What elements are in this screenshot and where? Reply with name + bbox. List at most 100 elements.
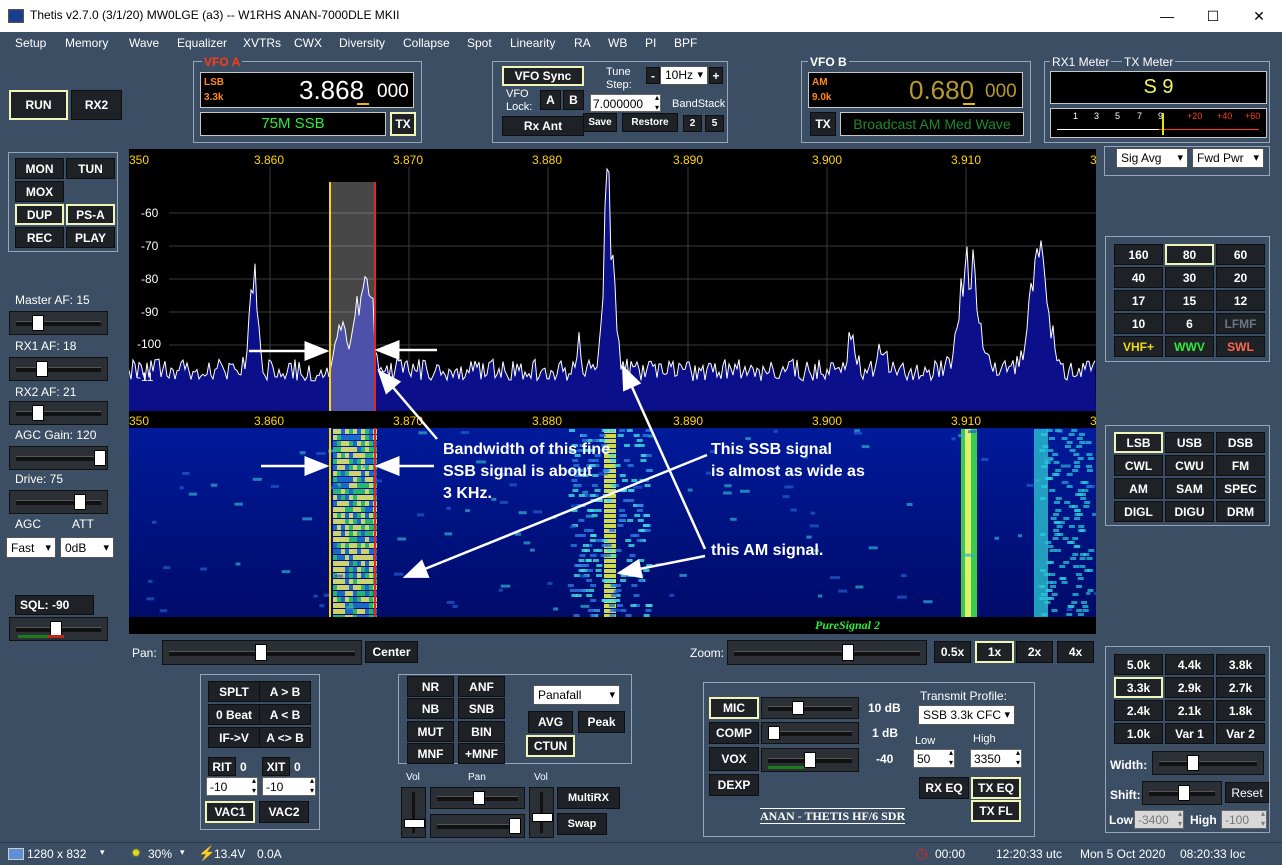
filter-button-3-3k[interactable]: 3.3k: [1114, 677, 1163, 698]
filter-button-2-9k[interactable]: 2.9k: [1165, 677, 1214, 698]
comp-button[interactable]: COMP: [709, 722, 759, 744]
xit-button[interactable]: XIT: [262, 757, 290, 776]
agc-select[interactable]: Fast: [6, 537, 56, 558]
mode-button-am[interactable]: AM: [1114, 478, 1163, 499]
mut-button[interactable]: MUT: [407, 721, 454, 742]
tx-low-field[interactable]: 50: [913, 748, 955, 768]
minimize-button[interactable]: —: [1144, 4, 1190, 28]
step-plus-button[interactable]: +: [709, 67, 723, 84]
rx2-af-slider[interactable]: [9, 401, 108, 425]
panafall-display[interactable]: 350 3.860 3.870 3.880 3.890 3.900 3.910 …: [129, 149, 1096, 634]
rx-meter-select[interactable]: Sig Avg: [1116, 148, 1188, 168]
band-button-swl[interactable]: SWL: [1216, 336, 1265, 357]
menu-setup[interactable]: Setup: [15, 36, 46, 50]
dexp-button[interactable]: DEXP: [709, 774, 759, 796]
menu-bpf[interactable]: BPF: [674, 36, 697, 50]
tx-eq-button[interactable]: TX EQ: [971, 777, 1021, 799]
maximize-button[interactable]: ☐: [1190, 4, 1236, 28]
mic-button[interactable]: MIC: [709, 697, 759, 719]
filter-high-field[interactable]: -100: [1221, 809, 1267, 829]
xit-offset-field[interactable]: -10: [262, 776, 316, 796]
zoom-4x-button[interactable]: 4x: [1057, 641, 1094, 663]
comp-slider[interactable]: [761, 722, 859, 744]
band-button-wwv[interactable]: WWV: [1165, 336, 1214, 357]
filter-button-2-1k[interactable]: 2.1k: [1165, 700, 1214, 721]
bandstack-save-button[interactable]: Save: [583, 113, 617, 132]
mode-button-drm[interactable]: DRM: [1216, 501, 1265, 522]
menu-ra[interactable]: RA: [574, 36, 591, 50]
band-button-40[interactable]: 40: [1114, 267, 1163, 288]
b-to-a-button[interactable]: A < B: [259, 704, 311, 725]
filter-button-1-0k[interactable]: 1.0k: [1114, 723, 1163, 744]
shift-reset-button[interactable]: Reset: [1225, 782, 1269, 803]
filter-button-2-4k[interactable]: 2.4k: [1114, 700, 1163, 721]
zero-beat-button[interactable]: 0 Beat: [208, 704, 260, 725]
vfo-a-display[interactable]: LSB 3.3k 3.868 000: [200, 72, 414, 108]
transmit-profile-select[interactable]: SSB 3.3k CFC: [918, 705, 1015, 725]
vfo-a-band[interactable]: 75M SSB: [200, 112, 386, 136]
bandstack-restore-button[interactable]: Restore: [622, 113, 678, 132]
mode-button-sam[interactable]: SAM: [1165, 478, 1214, 499]
mode-button-dsb[interactable]: DSB: [1216, 432, 1265, 453]
rx1-vol-slider[interactable]: [401, 787, 426, 838]
band-button-30[interactable]: 30: [1165, 267, 1214, 288]
lock-b-button[interactable]: B: [563, 90, 584, 110]
filter-low-field[interactable]: -3400: [1134, 809, 1184, 829]
split-button[interactable]: SPLT: [208, 681, 260, 702]
lock-a-button[interactable]: A: [540, 90, 561, 110]
play-button[interactable]: PLAY: [66, 227, 115, 248]
vfo-sync-button[interactable]: VFO Sync: [502, 66, 584, 86]
mnf-button[interactable]: MNF: [407, 743, 454, 764]
menu-memory[interactable]: Memory: [65, 36, 108, 50]
filter-button-5-0k[interactable]: 5.0k: [1114, 654, 1163, 675]
zoom-1x-button[interactable]: 1x: [975, 641, 1014, 663]
zoom-05x-button[interactable]: 0.5x: [934, 641, 971, 663]
rx1-af-slider[interactable]: [9, 357, 108, 381]
mode-button-usb[interactable]: USB: [1165, 432, 1214, 453]
band-button-12[interactable]: 12: [1216, 290, 1265, 311]
mode-button-digu[interactable]: DIGU: [1165, 501, 1214, 522]
menu-cwx[interactable]: CWX: [294, 36, 322, 50]
tx-high-field[interactable]: 3350: [970, 748, 1022, 768]
mode-button-cwl[interactable]: CWL: [1114, 455, 1163, 476]
agc-gain-slider[interactable]: [9, 446, 108, 470]
band-button-10[interactable]: 10: [1114, 313, 1163, 334]
peak-button[interactable]: Peak: [578, 711, 625, 733]
nr-button[interactable]: NR: [407, 676, 454, 697]
mic-gain-slider[interactable]: [761, 697, 859, 719]
step-select[interactable]: 10Hz: [660, 66, 708, 85]
rx2-vol-slider[interactable]: [529, 787, 554, 838]
step-minus-button[interactable]: -: [646, 67, 660, 84]
vfo-b-band[interactable]: Broadcast AM Med Wave: [840, 112, 1024, 136]
band-button-17[interactable]: 17: [1114, 290, 1163, 311]
avg-button[interactable]: AVG: [528, 711, 573, 733]
rx-ant-button[interactable]: Rx Ant: [502, 116, 584, 136]
filter-button-4-4k[interactable]: 4.4k: [1165, 654, 1214, 675]
tx-filter-button[interactable]: TX FL: [971, 800, 1021, 822]
a-to-b-button[interactable]: A > B: [259, 681, 311, 702]
rit-offset-field[interactable]: -10: [206, 776, 258, 796]
rec-button[interactable]: REC: [15, 227, 64, 248]
pan-slider[interactable]: [162, 640, 362, 665]
bandstack-5-button[interactable]: 5: [705, 115, 724, 132]
sql-button[interactable]: SQL: -90: [15, 595, 94, 615]
vox-button[interactable]: VOX: [709, 747, 759, 771]
menu-wb[interactable]: WB: [608, 36, 627, 50]
menu-equalizer[interactable]: Equalizer: [177, 36, 227, 50]
menu-collapse[interactable]: Collapse: [403, 36, 450, 50]
band-button-lfmf[interactable]: LFMF: [1216, 313, 1265, 334]
vac1-button[interactable]: VAC1: [205, 801, 255, 823]
band-button-vhf-[interactable]: VHF+: [1114, 336, 1163, 357]
filter-button-var-2[interactable]: Var 2: [1216, 723, 1265, 744]
rx-pan-slider[interactable]: [430, 787, 525, 809]
band-button-6[interactable]: 6: [1165, 313, 1214, 334]
vac2-button[interactable]: VAC2: [259, 801, 309, 823]
sql-slider[interactable]: [9, 617, 108, 641]
band-button-60[interactable]: 60: [1216, 244, 1265, 265]
bin-button[interactable]: BIN: [458, 721, 505, 742]
menu-pi[interactable]: PI: [645, 36, 656, 50]
close-button[interactable]: ✕: [1236, 4, 1282, 28]
swap-button[interactable]: Swap: [557, 813, 607, 835]
vfo-b-display[interactable]: AM 9.0k 0.680 000: [808, 72, 1023, 108]
shift-slider[interactable]: [1142, 781, 1222, 805]
